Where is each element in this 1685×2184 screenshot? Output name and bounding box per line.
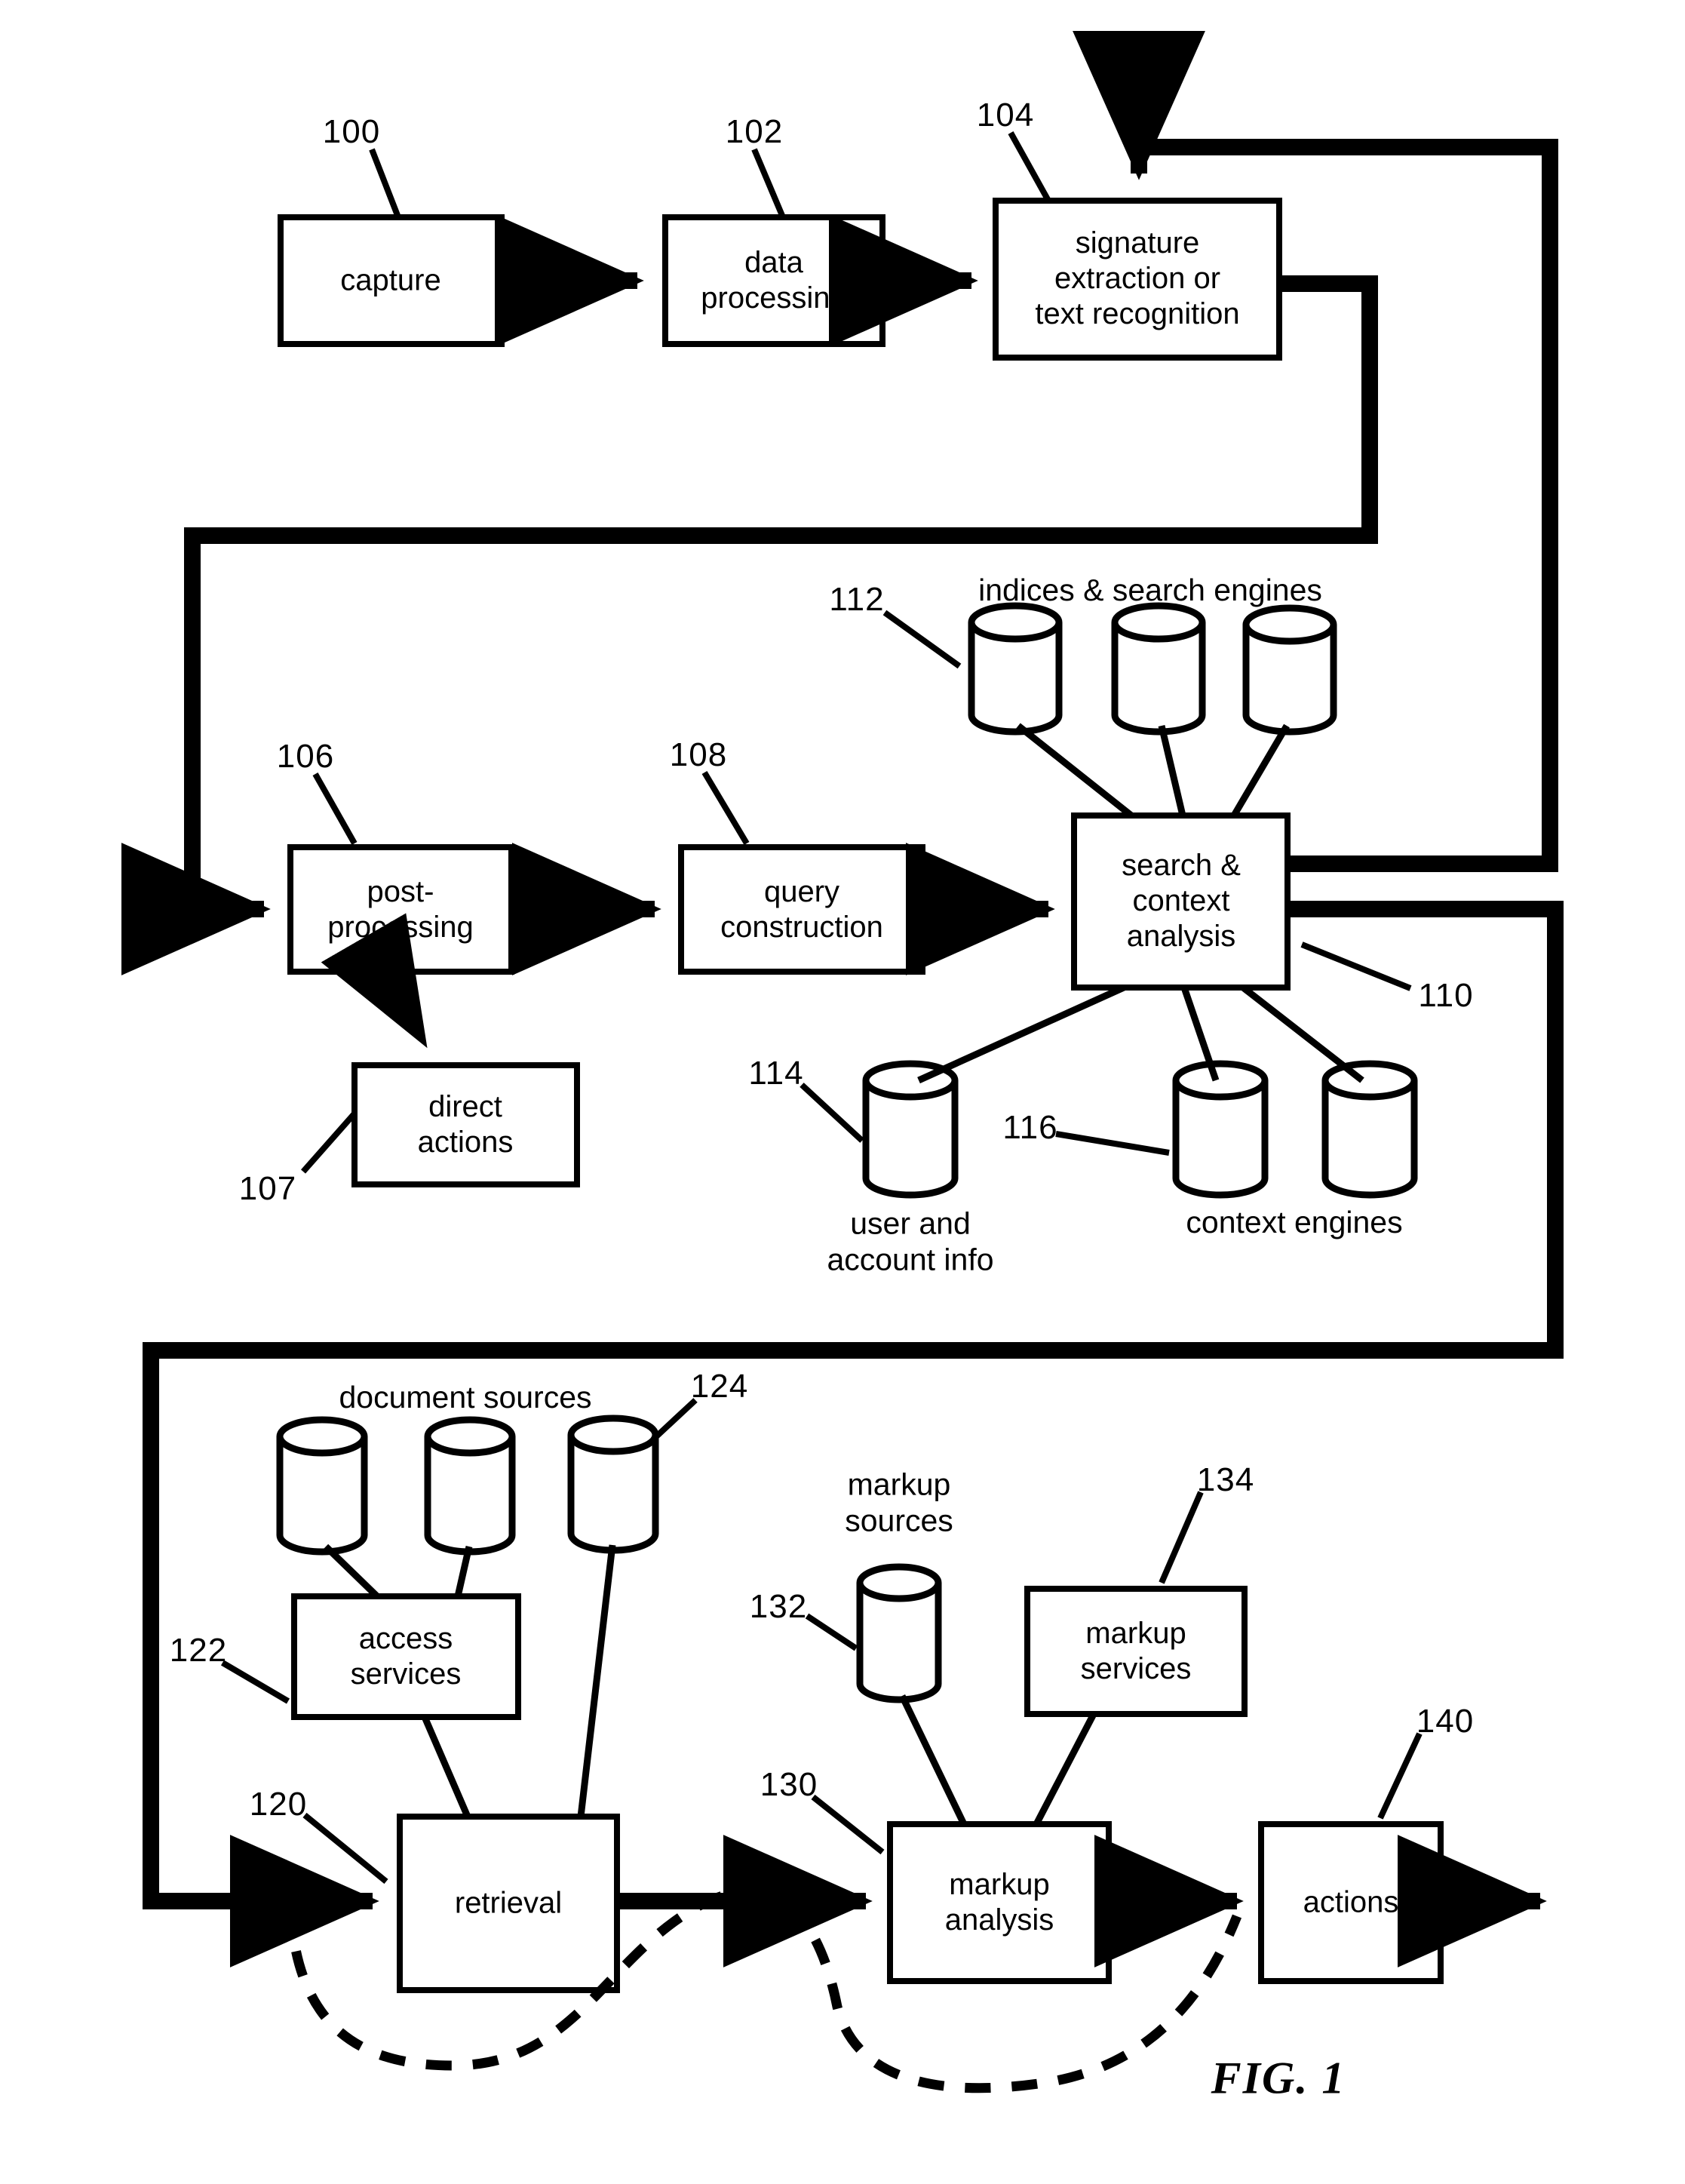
line-indices1-to-search [1016,723,1134,819]
leader-102 [751,148,786,219]
leader-124 [651,1398,698,1442]
box-markup-analysis [887,1821,1112,1984]
line-access-to-retrieval [421,1716,471,1818]
leader-116 [1055,1131,1170,1156]
box-access-services [291,1593,521,1720]
leader-110 [1300,941,1412,991]
line-indices3-to-search [1231,723,1290,818]
box-post-processing [287,844,514,975]
box-direct-actions [351,1062,580,1187]
cylinder-document-source-3 [567,1415,659,1554]
box-actions [1258,1821,1444,1984]
cylinder-document-source-2 [424,1416,516,1556]
box-markup-services [1024,1586,1248,1717]
leader-108 [701,770,750,846]
cylinder-context-engine-2 [1321,1060,1418,1199]
figure-canvas [121,30,1564,2093]
path-search-to-retrieval [143,901,1564,1967]
leader-132 [805,1613,858,1651]
leader-114 [800,1083,864,1143]
patent-figure: capture data processing signature extrac… [0,0,1685,2184]
line-mkpsrc-to-markupana [898,1694,968,1826]
leader-130 [811,1794,885,1855]
leader-100 [369,148,401,219]
leader-107 [301,1111,357,1174]
box-signature-extract [993,198,1282,361]
leader-120 [302,1812,388,1885]
line-indices2-to-search [1158,724,1186,817]
box-data-processing [662,214,885,347]
box-capture [278,214,505,347]
box-retrieval [397,1814,620,1993]
dashed-postproc-to-directactions [321,913,428,1049]
cylinder-indices-3 [1242,604,1337,736]
leader-140 [1377,1732,1423,1820]
line-docsrc3-to-retrieval [577,1544,616,1817]
box-query-construction [678,844,925,975]
line-docsrc1-to-access [323,1544,380,1599]
cylinder-indices-1 [968,602,1063,736]
box-search-context [1071,812,1291,991]
cylinder-indices-2 [1111,602,1206,736]
cylinder-user-account-info [862,1060,959,1199]
line-search-to-useracct [917,984,1125,1084]
cylinder-markup-source [856,1563,942,1703]
leader-122 [220,1660,290,1704]
leader-106 [312,773,358,845]
cylinder-document-source-1 [276,1416,368,1556]
leader-134 [1159,1491,1204,1584]
leader-104 [1008,131,1051,202]
line-search-to-ctxeng2 [1241,984,1364,1083]
leader-112 [882,610,962,669]
line-mkpsvc-to-markupana [1033,1712,1097,1826]
cylinder-context-engine-1 [1172,1060,1269,1199]
